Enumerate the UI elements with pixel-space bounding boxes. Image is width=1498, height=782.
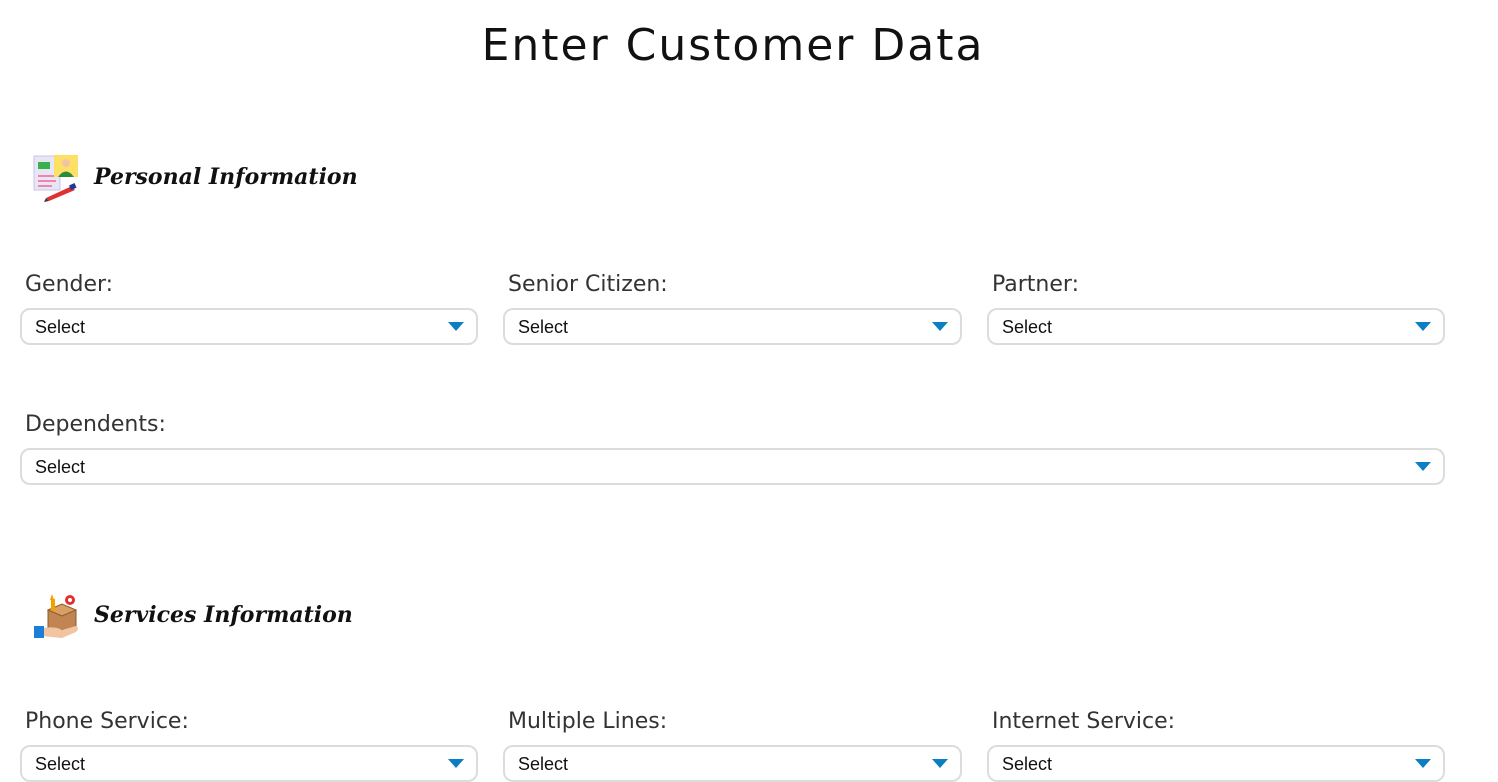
multiple-lines-select-value: Select — [518, 754, 569, 774]
senior-citizen-field: Senior Citizen: Select — [503, 272, 962, 345]
dependents-select-value: Select — [35, 457, 86, 477]
partner-select[interactable]: Select — [987, 308, 1445, 345]
multiple-lines-label: Multiple Lines: — [508, 709, 668, 734]
chevron-down-icon — [1415, 759, 1431, 768]
gender-field: Gender: Select — [20, 272, 478, 345]
chevron-down-icon — [448, 759, 464, 768]
senior-citizen-label: Senior Citizen: — [508, 272, 668, 297]
internet-service-select[interactable]: Select — [987, 745, 1445, 782]
chevron-down-icon — [1415, 322, 1431, 331]
phone-service-field: Phone Service: Select — [20, 709, 478, 782]
partner-field: Partner: Select — [987, 272, 1445, 345]
dependents-field: Dependents: Select — [20, 412, 1445, 485]
personal-info-icon — [32, 152, 82, 202]
services-info-title: Services Information — [94, 602, 353, 628]
gender-select-value: Select — [35, 317, 86, 337]
internet-service-label: Internet Service: — [992, 709, 1176, 734]
services-info-header: Services Information — [32, 590, 353, 640]
senior-citizen-select-value: Select — [518, 317, 569, 337]
gender-select[interactable]: Select — [20, 308, 478, 345]
dependents-select[interactable]: Select — [20, 448, 1445, 485]
services-box-icon — [32, 590, 82, 640]
page-title: Enter Customer Data — [481, 20, 985, 71]
chevron-down-icon — [932, 759, 948, 768]
partner-label: Partner: — [992, 272, 1079, 297]
internet-service-select-value: Select — [1002, 754, 1053, 774]
gender-label: Gender: — [25, 272, 114, 297]
chevron-down-icon — [1415, 462, 1431, 471]
phone-service-select-value: Select — [35, 754, 86, 774]
multiple-lines-field: Multiple Lines: Select — [503, 709, 962, 782]
personal-info-header: Personal Information — [32, 152, 358, 202]
multiple-lines-select[interactable]: Select — [503, 745, 962, 782]
phone-service-label: Phone Service: — [25, 709, 189, 734]
internet-service-field: Internet Service: Select — [987, 709, 1445, 782]
personal-info-title: Personal Information — [94, 164, 358, 190]
chevron-down-icon — [448, 322, 464, 331]
dependents-label: Dependents: — [25, 412, 166, 437]
partner-select-value: Select — [1002, 317, 1053, 337]
senior-citizen-select[interactable]: Select — [503, 308, 962, 345]
phone-service-select[interactable]: Select — [20, 745, 478, 782]
chevron-down-icon — [932, 322, 948, 331]
